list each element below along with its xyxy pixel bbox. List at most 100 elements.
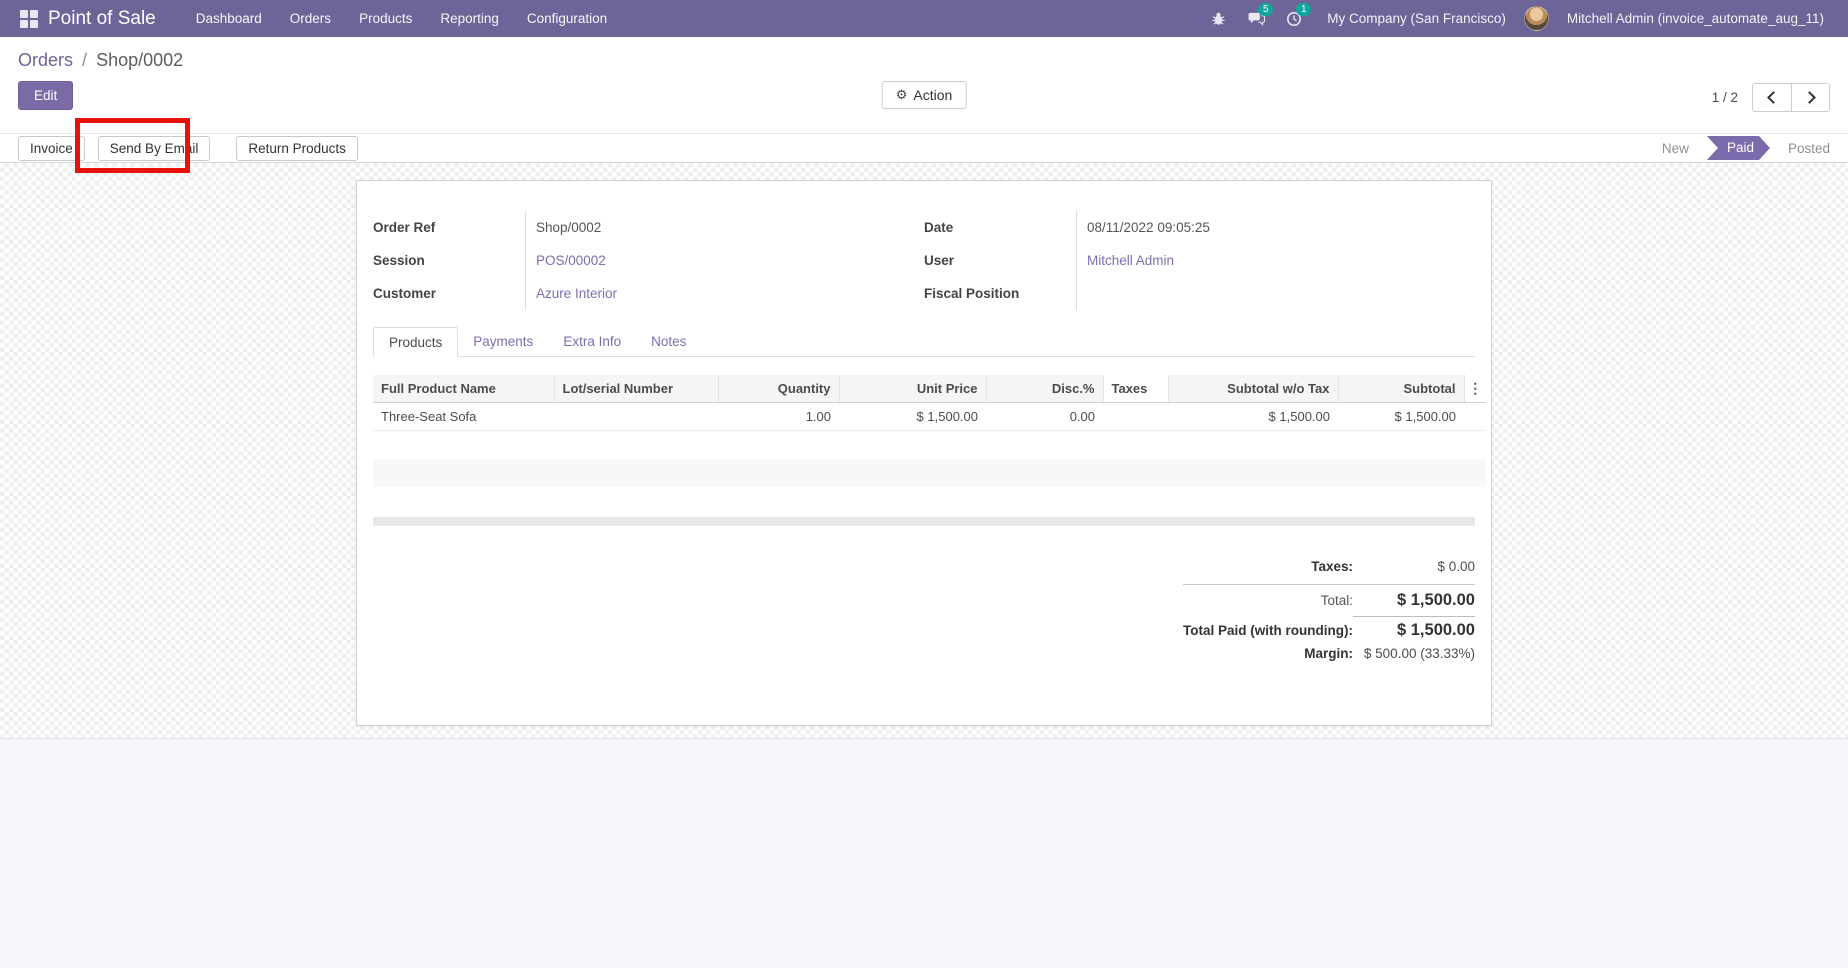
cell-subtotal-wo-tax: $ 1,500.00 <box>1168 403 1338 431</box>
totals-block: Taxes: $ 0.00 Total: $ 1,500.00 Total Pa… <box>373 556 1475 664</box>
margin-row: Margin: $ 500.00 (33.33%) <box>1304 643 1475 664</box>
activities-clock-icon[interactable]: 1 <box>1279 0 1309 37</box>
statusbar: Invoice Send By Email Return Products Ne… <box>0 133 1848 163</box>
field-session: Session POS/00002 <box>373 244 924 277</box>
table-row[interactable]: Three-Seat Sofa 1.00 $ 1,500.00 0.00 $ 1… <box>373 403 1486 431</box>
field-label: User <box>924 244 1076 277</box>
form-view-background: Order Ref Shop/0002 Session POS/00002 Cu… <box>0 163 1848 738</box>
field-order-ref: Order Ref Shop/0002 <box>373 211 924 244</box>
messages-icon[interactable]: 5 <box>1241 0 1271 37</box>
menu-orders[interactable]: Orders <box>276 0 345 37</box>
user-link[interactable]: Mitchell Admin <box>1087 253 1174 268</box>
field-value: 08/11/2022 09:05:25 <box>1076 211 1475 244</box>
optional-columns-button[interactable]: ⋮ <box>1464 375 1486 403</box>
col-unit-price[interactable]: Unit Price <box>839 375 986 403</box>
state-new[interactable]: New <box>1662 141 1689 156</box>
field-label: Fiscal Position <box>924 277 1076 310</box>
breadcrumb-orders-link[interactable]: Orders <box>18 50 73 70</box>
field-label: Date <box>924 211 1076 244</box>
total-label: Total: <box>1321 593 1353 608</box>
taxes-total-value: $ 0.00 <box>1353 559 1475 574</box>
menu-dashboard[interactable]: Dashboard <box>182 0 276 37</box>
field-label: Session <box>373 244 525 277</box>
total-value: $ 1,500.00 <box>1353 591 1475 610</box>
tab-products[interactable]: Products <box>373 327 458 357</box>
breadcrumb: Orders / Shop/0002 <box>0 37 1848 71</box>
edit-button[interactable]: Edit <box>18 81 73 110</box>
cell-subtotal: $ 1,500.00 <box>1338 403 1464 431</box>
vertical-ellipsis-icon: ⋮ <box>1468 380 1482 396</box>
gear-icon: ⚙ <box>896 87 908 103</box>
action-button[interactable]: ⚙ Action <box>882 81 967 109</box>
empty-row <box>373 431 1486 459</box>
pager-count: 1 / 2 <box>1712 90 1738 105</box>
tab-notes[interactable]: Notes <box>636 327 701 356</box>
tab-payments[interactable]: Payments <box>458 327 548 356</box>
messages-count-badge: 5 <box>1258 3 1273 16</box>
empty-row <box>373 487 1486 515</box>
chevron-left-icon <box>1767 91 1780 104</box>
field-label: Order Ref <box>373 211 525 244</box>
cell-quantity: 1.00 <box>718 403 839 431</box>
margin-value: $ 500.00 (33.33%) <box>1353 646 1475 661</box>
col-taxes[interactable]: Taxes <box>1103 375 1168 403</box>
total-row: Total: $ 1,500.00 <box>1321 588 1475 613</box>
chevron-right-icon <box>1803 91 1816 104</box>
activities-count-badge: 1 <box>1296 3 1311 16</box>
taxes-total-label: Taxes: <box>1311 559 1353 574</box>
horizontal-scrollbar[interactable] <box>373 517 1475 526</box>
totals-divider <box>1183 584 1475 585</box>
cell-disc-pct: 0.00 <box>986 403 1103 431</box>
app-brand-title[interactable]: Point of Sale <box>48 8 156 30</box>
pager: 1 / 2 <box>1712 83 1830 112</box>
taxes-total-row: Taxes: $ 0.00 <box>1311 556 1475 577</box>
order-form-sheet: Order Ref Shop/0002 Session POS/00002 Cu… <box>356 180 1492 726</box>
return-products-button[interactable]: Return Products <box>236 136 358 161</box>
customer-link[interactable]: Azure Interior <box>536 286 617 301</box>
apps-grid-icon[interactable] <box>20 10 38 28</box>
breadcrumb-current: Shop/0002 <box>96 50 183 70</box>
field-label: Customer <box>373 277 525 310</box>
page-footer-background <box>0 738 1848 968</box>
col-subtotal-wo-tax[interactable]: Subtotal w/o Tax <box>1168 375 1338 403</box>
col-full-product-name[interactable]: Full Product Name <box>373 375 554 403</box>
field-value: Shop/0002 <box>525 211 924 244</box>
total-paid-row: Total Paid (with rounding): $ 1,500.00 <box>1183 613 1475 643</box>
col-disc-pct[interactable]: Disc.% <box>986 375 1103 403</box>
control-panel: Orders / Shop/0002 Edit ⚙ Action 1 / 2 <box>0 37 1848 133</box>
debug-bug-icon[interactable] <box>1203 0 1233 37</box>
company-switcher[interactable]: My Company (San Francisco) <box>1317 11 1516 26</box>
state-posted[interactable]: Posted <box>1788 141 1830 156</box>
field-customer: Customer Azure Interior <box>373 277 924 310</box>
menu-products[interactable]: Products <box>345 0 426 37</box>
menu-configuration[interactable]: Configuration <box>513 0 621 37</box>
pager-next-button[interactable] <box>1791 84 1829 111</box>
state-paid-active[interactable]: Paid <box>1707 136 1770 160</box>
user-avatar[interactable] <box>1524 6 1549 31</box>
notebook-tabs: Products Payments Extra Info Notes <box>373 327 1475 357</box>
field-date: Date 08/11/2022 09:05:25 <box>924 211 1475 244</box>
margin-label: Margin: <box>1304 646 1353 661</box>
col-subtotal[interactable]: Subtotal <box>1338 375 1464 403</box>
field-groups: Order Ref Shop/0002 Session POS/00002 Cu… <box>373 211 1475 310</box>
tab-extra-info[interactable]: Extra Info <box>548 327 636 356</box>
col-quantity[interactable]: Quantity <box>718 375 839 403</box>
total-paid-label: Total Paid (with rounding): <box>1183 623 1353 638</box>
user-menu[interactable]: Mitchell Admin (invoice_automate_aug_11) <box>1557 11 1834 26</box>
menu-reporting[interactable]: Reporting <box>426 0 513 37</box>
breadcrumb-separator: / <box>78 50 91 70</box>
col-lot-serial-number[interactable]: Lot/serial Number <box>554 375 718 403</box>
cell-taxes <box>1103 403 1168 431</box>
order-lines-table: Full Product Name Lot/serial Number Quan… <box>373 375 1486 515</box>
send-by-email-button[interactable]: Send By Email <box>98 136 211 161</box>
pager-previous-button[interactable] <box>1753 84 1791 111</box>
top-navbar: Point of Sale Dashboard Orders Products … <box>0 0 1848 37</box>
cell-unit-price: $ 1,500.00 <box>839 403 986 431</box>
invoice-button[interactable]: Invoice <box>18 136 85 161</box>
total-paid-value: $ 1,500.00 <box>1353 616 1475 640</box>
empty-row <box>373 459 1486 487</box>
cell-full-product-name: Three-Seat Sofa <box>373 403 554 431</box>
session-link[interactable]: POS/00002 <box>536 253 606 268</box>
field-fiscal-position: Fiscal Position <box>924 277 1475 310</box>
cell-lot-serial-number <box>554 403 718 431</box>
